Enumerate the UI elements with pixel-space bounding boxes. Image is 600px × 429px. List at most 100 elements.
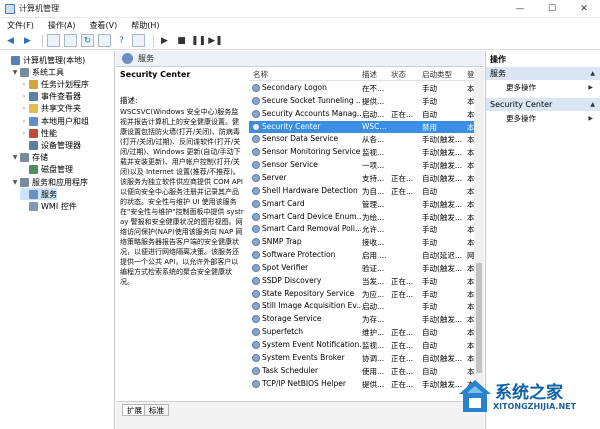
column-name[interactable]: 名称 (253, 69, 268, 80)
service-cell-desc: 一项... (362, 161, 385, 171)
collapse-icon[interactable]: ▲ (590, 101, 595, 108)
start-service-icon[interactable]: ▶ (158, 34, 171, 47)
service-row[interactable]: Server 支持... 正在... 自动(触发... 本 (249, 172, 484, 185)
tree-node[interactable]: 服务 (20, 188, 57, 201)
service-row[interactable]: Sensor Monitoring Service 监视... 手动(触发... 本 (249, 146, 484, 159)
tree-node[interactable]: ▼ 系统工具 (11, 66, 64, 78)
service-cell-startup: 手动 (422, 302, 437, 312)
tree-node[interactable]: › 本地用户和组 (20, 115, 89, 127)
more-actions-selected[interactable]: 更多操作 ▶ (486, 112, 600, 124)
actions-group-services[interactable]: 服务 ▲ (486, 67, 600, 80)
tree-node[interactable]: 设备管理器 (20, 139, 81, 151)
tree-node[interactable]: › 事件查看器 (20, 91, 81, 103)
service-cell-startup: 手动 (422, 276, 437, 286)
service-cell-desc: 使用... (362, 366, 385, 376)
menu-view[interactable]: 查看(V) (83, 20, 125, 31)
service-cell-name: Task Scheduler (262, 365, 319, 375)
refresh-icon[interactable]: ↻ (81, 34, 94, 47)
service-row[interactable]: Sensor Data Service 从各... 手动(触发... 本 (249, 133, 484, 146)
pause-service-icon[interactable]: ❚❚ (191, 34, 206, 47)
service-row[interactable]: Smart Card 管理... 手动(触发... 本 (249, 198, 484, 211)
tree-node[interactable]: WMI 控件 (20, 200, 77, 212)
service-row[interactable]: Security Accounts Manag... 启动... 正在... 自动本 (249, 108, 484, 121)
maximize-button[interactable]: ☐ (536, 0, 568, 18)
collapse-icon[interactable]: ▲ (590, 70, 595, 77)
service-cell-desc: 接收... (362, 238, 385, 248)
service-cell-desc: 提供... (362, 379, 385, 389)
service-cell-name: Spot Verifier (262, 262, 309, 272)
service-row[interactable]: Smart Card Removal Poli... 允许... 手动本 (249, 223, 484, 236)
column-description[interactable]: 描述 (362, 69, 377, 80)
service-description-panel: Security Center 描述: WSCSVC(Windows 安全中心)… (120, 70, 244, 400)
service-gear-icon (252, 238, 260, 247)
forward-icon[interactable]: ▶ (21, 34, 34, 47)
actions-group-selected-service[interactable]: Security Center ▲ (486, 98, 600, 111)
service-row[interactable]: Superfetch 维护... 正在... 自动本 (249, 326, 484, 339)
service-row[interactable]: Secure Socket Tunneling ... 提供... 手动本 (249, 95, 484, 108)
service-row[interactable]: Secondary Logon 在不... 手动本 (249, 82, 484, 95)
tree-node[interactable]: ▼ 服务和应用程序 (11, 176, 88, 188)
tree-node[interactable]: 磁盘管理 (20, 164, 73, 176)
window-title: 计算机管理 (19, 4, 59, 13)
tree-node[interactable]: 计算机管理(本地) (2, 54, 85, 66)
expander-icon[interactable]: ▼ (11, 154, 19, 161)
stop-service-icon[interactable]: ■ (175, 34, 188, 47)
export-list-icon[interactable] (98, 34, 111, 47)
expander-icon[interactable]: ▼ (11, 69, 19, 76)
service-cell-startup: 手动(触发... (422, 212, 463, 222)
tree-node-label: 设备管理器 (41, 140, 81, 150)
service-row[interactable]: TCP/IP NetBIOS Helper提供...正在...手动(触发...本 (249, 378, 484, 391)
service-row[interactable]: Storage Service 为存... 手动(触发... 本 (249, 313, 484, 326)
service-row[interactable]: System Events Broker 协调... 正在... 自动(触发... 本 (249, 352, 484, 365)
expander-icon[interactable]: › (20, 81, 28, 88)
tree-node-label: WMI 控件 (41, 201, 77, 211)
services-scrollbar[interactable] (474, 68, 484, 401)
show-action-pane-icon[interactable] (132, 34, 145, 47)
service-row[interactable]: Software Protection 启用 ... 自动(延迟... 网 (249, 249, 484, 262)
more-actions-services[interactable]: 更多操作 ▶ (486, 81, 600, 93)
service-row[interactable]: Spot Verifier 验证... 手动(触发... 本 (249, 262, 484, 275)
service-row[interactable]: System Event Notification... 监视... 正在... 自动… (249, 339, 484, 352)
service-cell-desc: 允许... (362, 225, 385, 235)
service-cell-name: Security Center (262, 121, 321, 131)
menu-help[interactable]: 帮助(H) (124, 20, 166, 31)
submenu-arrow-icon: ▶ (588, 83, 593, 91)
properties-icon[interactable] (64, 34, 77, 47)
tree-node[interactable]: › 共享文件夹 (20, 103, 81, 115)
service-row[interactable]: SSDP Discovery 当发... 正在... 手动本 (249, 275, 484, 288)
service-cell-status: 正在... (391, 341, 414, 350)
column-status[interactable]: 状态 (391, 69, 406, 80)
restart-service-icon[interactable]: ▶❚ (208, 34, 222, 47)
column-startup-type[interactable]: 启动类型 (422, 69, 452, 80)
expander-icon[interactable]: › (20, 118, 28, 125)
back-icon[interactable]: ◀ (4, 34, 17, 47)
service-row[interactable]: Task Scheduler 使用... 正在... 自动本 (249, 365, 484, 378)
service-row[interactable]: Smart Card Device Enum... 为绘... 手动(触发... 本 (249, 211, 484, 224)
scrollbar-thumb[interactable] (476, 263, 482, 373)
tree-node[interactable]: › 任务计划程序 (20, 78, 89, 90)
services-list: 名称 描述 状态 启动类型 登 Secondary Logon 在不... 手动本 S… (249, 68, 484, 401)
service-row[interactable]: Shell Hardware Detection 为自... 正在... 自动本 (249, 185, 484, 198)
expander-icon[interactable]: › (20, 105, 28, 112)
expander-icon[interactable]: › (20, 93, 28, 100)
tab-standard[interactable]: 标准 (144, 404, 169, 416)
expander-icon[interactable]: ▼ (11, 179, 19, 186)
service-row[interactable]: Still Image Acquisition Ev... 启动... 手动本 (249, 300, 484, 313)
service-row[interactable]: State Repository Service 为应... 正在... 手动本 (249, 288, 484, 301)
service-cell-desc: 监视... (362, 148, 385, 158)
help-icon[interactable]: ? (115, 34, 128, 47)
service-row[interactable]: SNMP Trap 接收... 手动本 (249, 236, 484, 249)
expander-icon[interactable]: › (20, 130, 28, 137)
close-button[interactable]: ✕ (568, 0, 600, 18)
tree-node[interactable]: ▼ 存储 (11, 152, 48, 164)
menu-file[interactable]: 文件(F) (0, 20, 41, 31)
menu-action[interactable]: 操作(A) (41, 20, 83, 31)
service-row[interactable]: Security Center WSC... 禁用本 (249, 120, 484, 134)
minimize-button[interactable]: — (504, 0, 536, 18)
tree-node[interactable]: › 性能 (20, 127, 57, 139)
show-tree-icon[interactable] (47, 34, 60, 47)
service-cell-startup: 手动(触发... (422, 161, 463, 171)
service-row[interactable]: Sensor Service 一项... 手动(触发... 本 (249, 159, 484, 172)
service-cell-status: 正在... (391, 289, 414, 299)
service-cell-desc: 为应... (362, 289, 385, 299)
